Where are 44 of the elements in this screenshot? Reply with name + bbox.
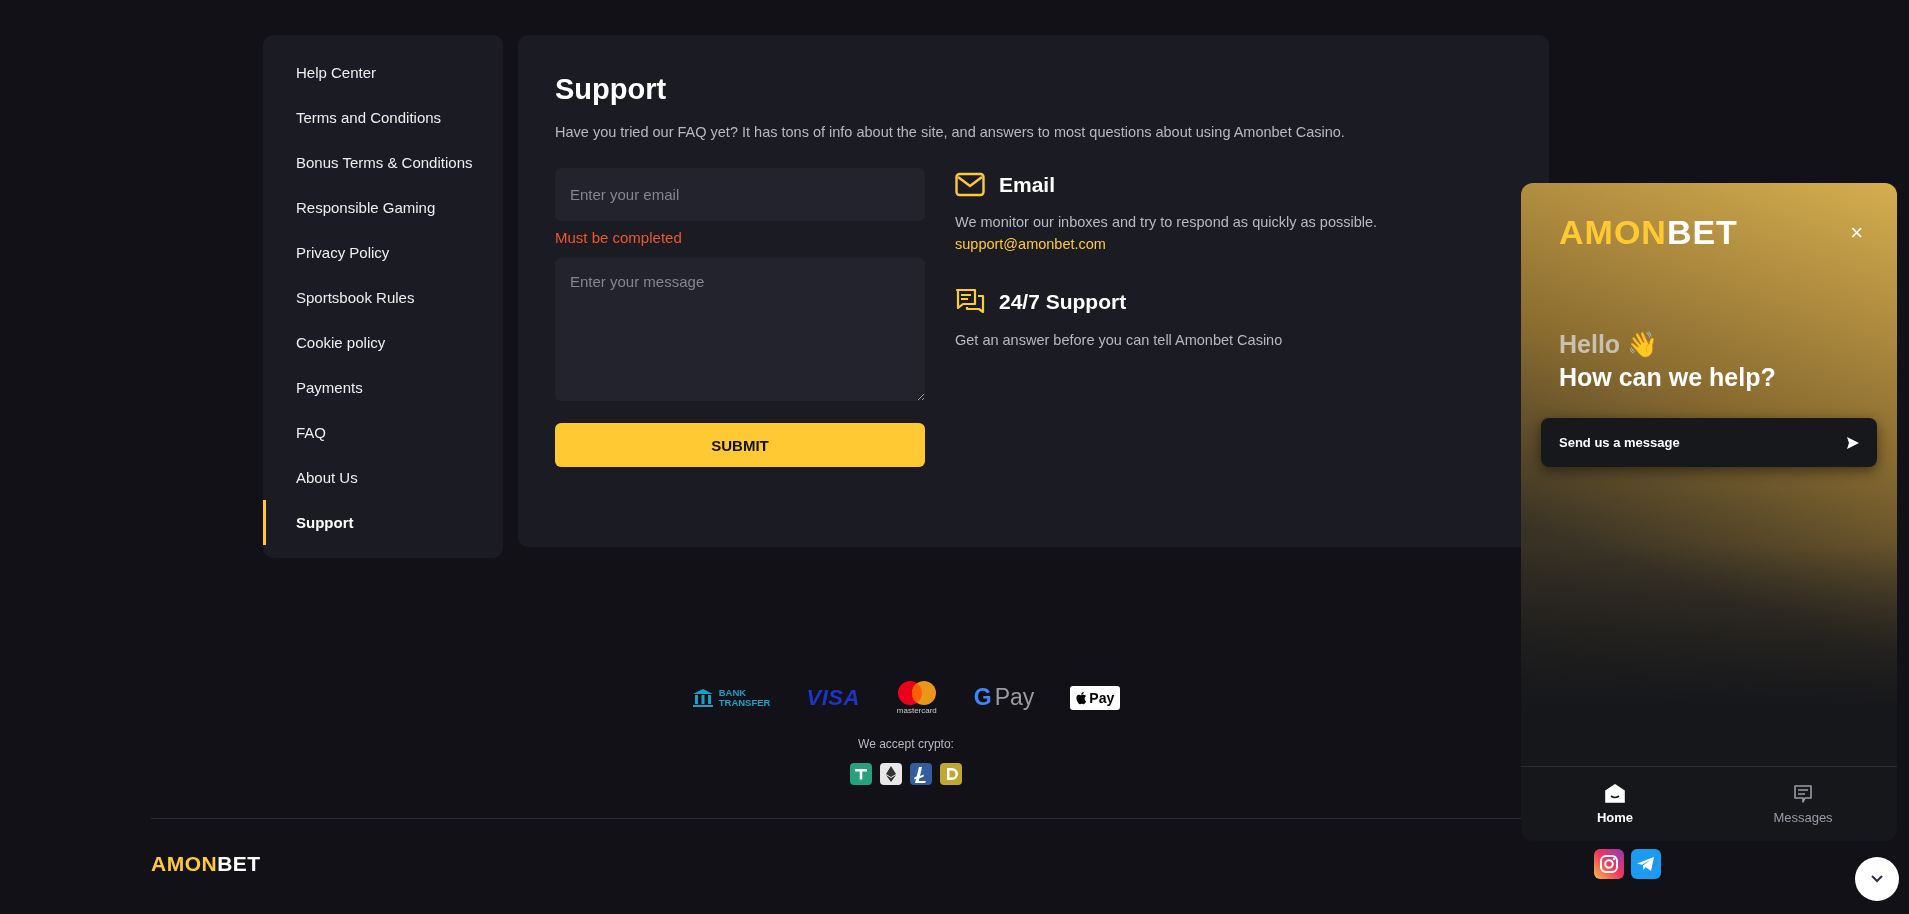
home-icon [1605,783,1625,804]
nav-tab[interactable]: Home [1521,767,1709,841]
message-field[interactable]: Enter your message [555,258,925,401]
sidebar-item[interactable]: About Us [263,455,503,500]
message-icon [1793,783,1813,804]
visa-logo: VISA [806,684,860,711]
page-title: Support [555,73,668,106]
camera-icon[interactable] [1594,849,1624,879]
greeting-question: How can we help? [1559,363,1777,392]
google-pay-logo: G Pay [973,684,1035,711]
bank-transfer-logo: BANK TRANSFER [691,687,771,708]
nav-tab[interactable]: Messages [1709,767,1897,841]
sidebar-item[interactable]: Terms and Conditions [263,95,503,140]
contact-title: Email [999,173,1056,197]
brand-logo: AMONBET [151,852,261,876]
chat-bubbles-icon [955,288,985,316]
scroll-down-button[interactable] [1855,857,1899,901]
sidebar-item[interactable]: Support [263,500,503,545]
sidebar-item[interactable]: Help Center [263,50,503,95]
sidebar-item[interactable]: FAQ [263,410,503,455]
chevron-down-icon [1870,874,1884,884]
sidebar-item[interactable]: Cookie policy [263,320,503,365]
sidebar-item[interactable]: Payments [263,365,503,410]
contact-title: 24/7 Support [999,290,1127,314]
intro-text: Have you tried our FAQ yet? It has tons of info about the site, and answers to most questions about using Amonbet Casino. [555,124,1346,140]
email-field[interactable]: Enter your email [555,168,925,221]
email-link[interactable]: support@amonbet.com [955,236,1378,252]
envelope-icon [955,172,985,198]
brand-logo: AMONBET [1559,213,1738,252]
contact-text: We monitor our inboxes and try to respond as quickly as possible. [955,214,1378,230]
greeting-text: Hello 👋 [1559,330,1660,359]
mastercard-logo: mastercard [895,680,938,715]
send-icon [1846,435,1860,450]
sidebar-item[interactable]: Privacy Policy [263,230,503,275]
contact-text: Get an answer before you can tell Amonbet Casino [955,332,1284,348]
sidebar-item[interactable]: Bonus Terms & Conditions [263,140,503,185]
apple-pay-logo: Pay [1070,685,1121,710]
error-message: Must be completed [555,229,683,246]
sidebar-item[interactable]: Sportsbook Rules [263,275,503,320]
send-message-button[interactable]: Send us a message [1541,418,1877,467]
paper-plane-icon[interactable] [1631,849,1661,879]
submit-button[interactable]: SUBMIT [555,423,925,467]
crypto-label: We accept crypto: [858,737,954,751]
sidebar-item[interactable]: Responsible Gaming [263,185,503,230]
